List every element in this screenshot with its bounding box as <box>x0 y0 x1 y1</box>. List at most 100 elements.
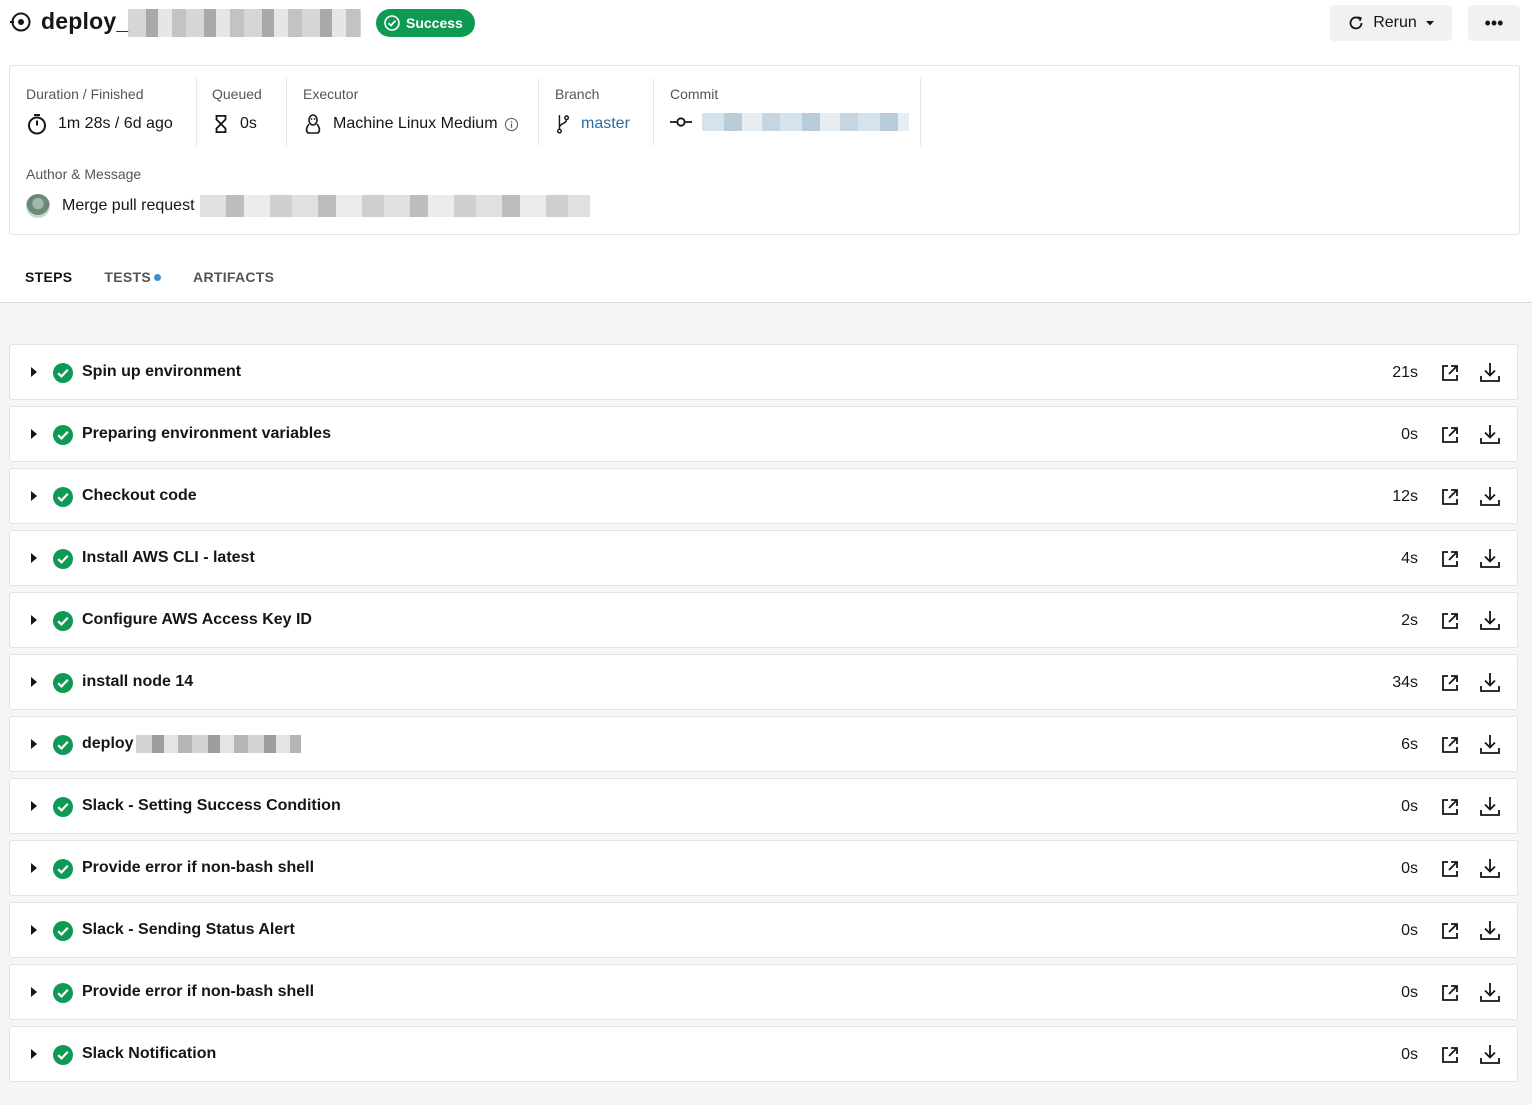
rerun-button[interactable]: Rerun <box>1330 5 1452 41</box>
download-icon[interactable] <box>1479 919 1501 941</box>
queued-value: 0s <box>240 115 257 132</box>
divider <box>920 78 921 146</box>
stopwatch-icon <box>28 114 46 135</box>
download-icon[interactable] <box>1479 547 1501 569</box>
expand-caret-icon[interactable] <box>31 987 37 997</box>
step-row[interactable]: Slack - Sending Status Alert 0s <box>9 902 1518 958</box>
step-name-text: Checkout code <box>82 487 197 504</box>
step-row[interactable]: Install AWS CLI - latest 4s <box>9 530 1518 586</box>
open-external-icon[interactable] <box>1440 487 1460 507</box>
more-options-button[interactable]: ••• <box>1468 5 1520 41</box>
step-row[interactable]: Provide error if non-bash shell 0s <box>9 840 1518 896</box>
step-duration: 0s <box>1401 922 1418 939</box>
step-name: Slack Notification <box>82 1045 216 1063</box>
download-icon[interactable] <box>1479 423 1501 445</box>
step-duration: 34s <box>1392 674 1418 691</box>
step-row[interactable]: Checkout code 12s <box>9 468 1518 524</box>
download-icon[interactable] <box>1479 361 1501 383</box>
success-check-icon <box>53 611 73 631</box>
expand-caret-icon[interactable] <box>31 1049 37 1059</box>
branch-icon <box>556 115 570 134</box>
caret-down-icon <box>1425 21 1434 26</box>
step-name-text: Configure AWS Access Key ID <box>82 611 312 628</box>
step-row[interactable]: install node 14 34s <box>9 654 1518 710</box>
tab-bar: STEPS TESTS ARTIFACTS <box>9 258 290 306</box>
expand-caret-icon[interactable] <box>31 925 37 935</box>
expand-caret-icon[interactable] <box>31 677 37 687</box>
expand-caret-icon[interactable] <box>31 367 37 377</box>
branch-label: Branch <box>555 86 600 102</box>
tab-artifacts[interactable]: ARTIFACTS <box>177 258 290 303</box>
executor-label: Executor <box>303 86 359 102</box>
download-icon[interactable] <box>1479 733 1501 755</box>
open-external-icon[interactable] <box>1440 735 1460 755</box>
open-external-icon[interactable] <box>1440 549 1460 569</box>
download-icon[interactable] <box>1479 485 1501 507</box>
step-duration: 0s <box>1401 426 1418 443</box>
step-duration: 0s <box>1401 984 1418 1001</box>
rerun-label: Rerun <box>1373 14 1417 31</box>
step-duration: 0s <box>1401 1046 1418 1063</box>
duration-value: 1m 28s / 6d ago <box>58 115 173 132</box>
step-duration: 0s <box>1401 860 1418 877</box>
open-external-icon[interactable] <box>1440 921 1460 941</box>
step-row[interactable]: deploy 6s <box>9 716 1518 772</box>
step-name: Configure AWS Access Key ID <box>82 611 312 629</box>
step-name-text: Slack - Sending Status Alert <box>82 921 295 938</box>
open-external-icon[interactable] <box>1440 983 1460 1003</box>
step-row[interactable]: Slack - Setting Success Condition 0s <box>9 778 1518 834</box>
step-name: Slack - Setting Success Condition <box>82 797 341 815</box>
job-icon <box>10 12 31 32</box>
redacted-step-name <box>135 735 301 753</box>
step-name-text: Spin up environment <box>82 363 242 380</box>
expand-caret-icon[interactable] <box>31 615 37 625</box>
download-icon[interactable] <box>1479 1043 1501 1065</box>
open-external-icon[interactable] <box>1440 797 1460 817</box>
step-row[interactable]: Slack Notification 0s <box>9 1026 1518 1082</box>
step-row[interactable]: Provide error if non-bash shell 0s <box>9 964 1518 1020</box>
redacted-commit-hash[interactable] <box>702 113 909 131</box>
expand-caret-icon[interactable] <box>31 553 37 563</box>
info-icon[interactable] <box>504 117 519 132</box>
expand-caret-icon[interactable] <box>31 429 37 439</box>
expand-caret-icon[interactable] <box>31 739 37 749</box>
avatar <box>26 194 50 218</box>
step-name: Checkout code <box>82 487 197 505</box>
expand-caret-icon[interactable] <box>31 491 37 501</box>
open-external-icon[interactable] <box>1440 611 1460 631</box>
success-check-icon <box>53 983 73 1003</box>
tab-tests[interactable]: TESTS <box>88 258 177 303</box>
step-name: Install AWS CLI - latest <box>82 549 255 567</box>
step-duration: 12s <box>1392 488 1418 505</box>
download-icon[interactable] <box>1479 981 1501 1003</box>
redacted-job-name <box>128 9 361 37</box>
open-external-icon[interactable] <box>1440 425 1460 445</box>
branch-link[interactable]: master <box>581 115 630 133</box>
step-row[interactable]: Spin up environment 21s <box>9 344 1518 400</box>
hourglass-icon <box>215 115 227 133</box>
duration-value-row: 1m 28s / 6d ago <box>26 113 173 135</box>
open-external-icon[interactable] <box>1440 859 1460 879</box>
tab-steps[interactable]: STEPS <box>9 258 89 306</box>
queued-value-row: 0s <box>212 113 257 135</box>
expand-caret-icon[interactable] <box>31 863 37 873</box>
expand-caret-icon[interactable] <box>31 801 37 811</box>
success-check-icon <box>53 859 73 879</box>
step-duration: 0s <box>1401 798 1418 815</box>
divider <box>653 78 654 146</box>
download-icon[interactable] <box>1479 609 1501 631</box>
step-name-text: Slack Notification <box>82 1045 217 1062</box>
open-external-icon[interactable] <box>1440 363 1460 383</box>
download-icon[interactable] <box>1479 671 1501 693</box>
step-row[interactable]: Preparing environment variables 0s <box>9 406 1518 462</box>
download-icon[interactable] <box>1479 857 1501 879</box>
download-icon[interactable] <box>1479 795 1501 817</box>
commit-label: Commit <box>670 86 719 102</box>
open-external-icon[interactable] <box>1440 673 1460 693</box>
step-name-text: deploy <box>82 735 134 752</box>
commit-value-row <box>670 113 909 131</box>
open-external-icon[interactable] <box>1440 1045 1460 1065</box>
step-row[interactable]: Configure AWS Access Key ID 2s <box>9 592 1518 648</box>
refresh-icon <box>1349 16 1363 30</box>
success-check-icon <box>53 549 73 569</box>
